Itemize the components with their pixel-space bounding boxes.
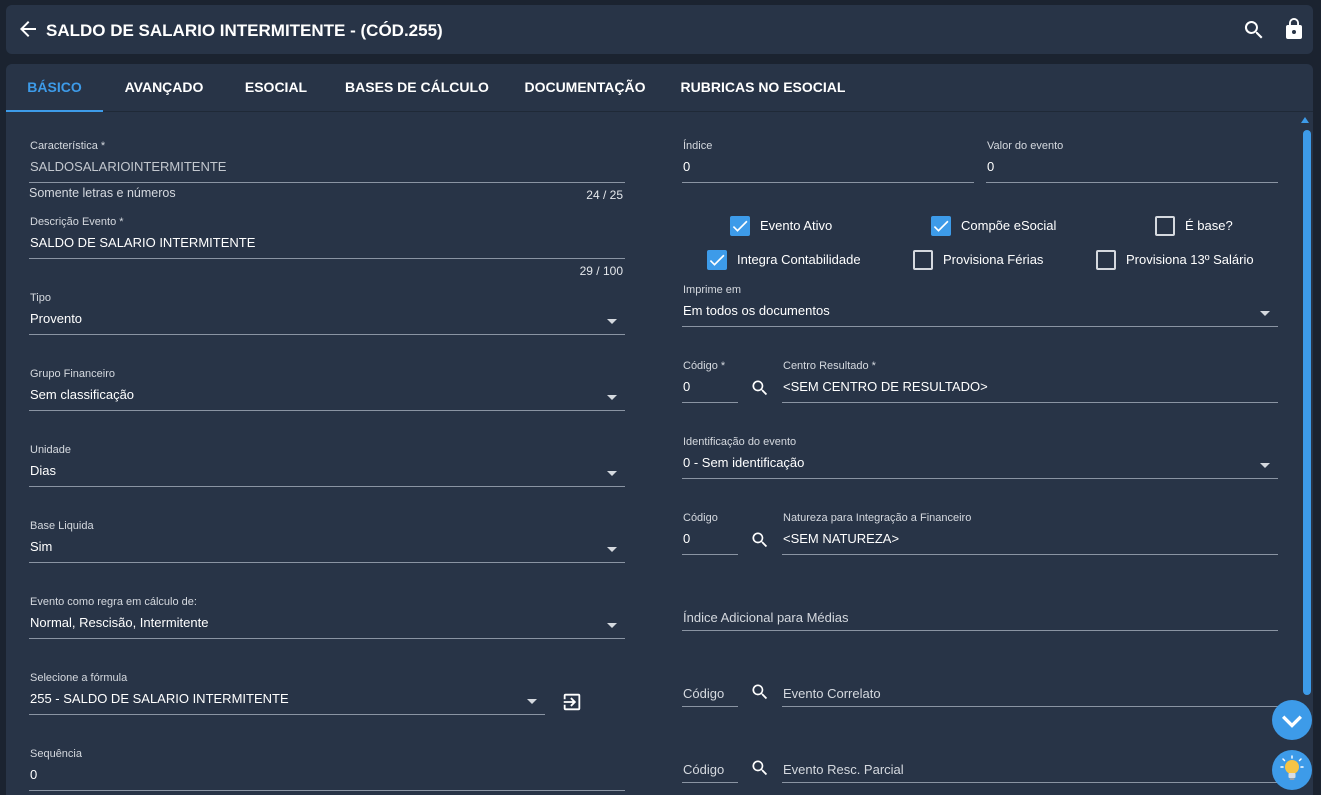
caracteristica-input[interactable]: SALDOSALARIOINTERMITENTE — [30, 159, 226, 174]
e-base-label: É base? — [1185, 218, 1233, 233]
e-base-checkbox[interactable] — [1155, 216, 1175, 236]
lightbulb-icon — [1280, 755, 1304, 780]
search-natureza-icon[interactable] — [750, 530, 770, 550]
caracteristica-hint: Somente letras e números — [29, 186, 176, 200]
evento-resc-parcial-input[interactable]: Evento Resc. Parcial — [783, 762, 904, 777]
evento-resc-parcial-field[interactable]: Evento Resc. Parcial — [782, 740, 1278, 784]
scroll-up-arrow[interactable] — [1301, 117, 1309, 123]
top-bar: SALDO DE SALARIO INTERMITENTE - (CÓD.255… — [6, 5, 1313, 54]
search-resc-icon[interactable] — [750, 758, 770, 778]
tab-basico[interactable]: BÁSICO — [6, 64, 103, 112]
check-icon — [732, 220, 748, 232]
tab-rubricas-no-esocial[interactable]: RUBRICAS NO ESOCIAL — [678, 64, 848, 112]
lock-icon[interactable] — [1282, 17, 1306, 41]
grupo-financeiro-select[interactable]: Grupo Financeiro Sem classificação — [29, 368, 625, 412]
tips-button[interactable] — [1272, 750, 1312, 790]
imprime-em-select[interactable]: Imprime em Em todos os documentos — [682, 284, 1278, 328]
page-title: SALDO DE SALARIO INTERMITENTE - (CÓD.255… — [46, 21, 443, 40]
integra-contabilidade-checkbox[interactable] — [707, 250, 727, 270]
sequencia-field[interactable]: Sequência 0 — [29, 748, 625, 792]
valor-evento-field[interactable]: Valor do evento 0 — [986, 140, 1278, 184]
chevron-down-icon[interactable] — [607, 547, 617, 552]
tipo-select[interactable]: Tipo Provento — [29, 292, 625, 336]
search-centro-icon[interactable] — [750, 378, 770, 398]
chevron-down-icon[interactable] — [607, 395, 617, 400]
descricao-evento-field[interactable]: Descrição Evento * SALDO DE SALARIO INTE… — [29, 216, 625, 278]
codigo-centro-input[interactable]: 0 — [683, 379, 690, 394]
codigo-resc-input[interactable]: Código — [683, 762, 724, 777]
codigo-natureza-input[interactable]: 0 — [683, 531, 690, 546]
tab-esocial[interactable]: ESOCIAL — [236, 64, 316, 112]
integra-contabilidade-label: Integra Contabilidade — [737, 252, 861, 267]
evento-correlato-input[interactable]: Evento Correlato — [783, 686, 881, 701]
indice-adicional-field[interactable]: Índice Adicional para Médias — [682, 588, 1278, 632]
natureza-field[interactable]: Natureza para Integração a Financeiro <S… — [782, 512, 1278, 556]
chevron-down-icon[interactable] — [607, 319, 617, 324]
natureza-input[interactable]: <SEM NATUREZA> — [783, 531, 899, 546]
evento-regra-select[interactable]: Evento como regra em cálculo de: Normal,… — [29, 596, 625, 640]
search-correlato-icon[interactable] — [750, 682, 770, 702]
descricao-evento-input[interactable]: SALDO DE SALARIO INTERMITENTE — [30, 235, 255, 250]
chevron-down-icon[interactable] — [527, 699, 537, 704]
caracteristica-field[interactable]: Característica * SALDOSALARIOINTERMITENT… — [29, 140, 625, 202]
codigo-natureza-field[interactable]: Código 0 — [682, 512, 738, 556]
codigo-correlato-input[interactable]: Código — [683, 686, 724, 701]
chevron-down-icon[interactable] — [1260, 463, 1270, 468]
formula-select[interactable]: Selecione a fórmula 255 - SALDO DE SALAR… — [29, 672, 545, 716]
valor-evento-input[interactable]: 0 — [987, 159, 994, 174]
indice-adicional-input[interactable]: Índice Adicional para Médias — [683, 610, 849, 625]
tab-bases-de-calculo[interactable]: BASES DE CÁLCULO — [342, 64, 492, 112]
evento-correlato-field[interactable]: Evento Correlato — [782, 664, 1278, 708]
centro-resultado-field[interactable]: Centro Resultado * <SEM CENTRO DE RESULT… — [782, 360, 1278, 404]
codigo-resc-field[interactable]: Código — [682, 740, 738, 784]
search-icon[interactable] — [1242, 18, 1266, 42]
chevron-down-icon[interactable] — [1260, 311, 1270, 316]
indice-field[interactable]: Índice 0 — [682, 140, 974, 184]
compoe-esocial-label: Compõe eSocial — [961, 218, 1057, 233]
codigo-centro-field[interactable]: Código * 0 — [682, 360, 738, 404]
tab-documentacao[interactable]: DOCUMENTAÇÃO — [518, 64, 652, 112]
form-panel: BÁSICO AVANÇADO ESOCIAL BASES DE CÁLCULO… — [6, 64, 1313, 795]
provisiona-ferias-label: Provisiona Férias — [943, 252, 1044, 267]
tab-bar: BÁSICO AVANÇADO ESOCIAL BASES DE CÁLCULO… — [6, 64, 1313, 112]
provisiona-ferias-checkbox[interactable] — [913, 250, 933, 270]
identificacao-evento-select[interactable]: Identificação do evento 0 - Sem identifi… — [682, 436, 1278, 480]
base-liquida-select[interactable]: Base Liquida Sim — [29, 520, 625, 564]
chevron-down-icon[interactable] — [607, 471, 617, 476]
provisiona-13-salario-checkbox[interactable] — [1096, 250, 1116, 270]
descricao-evento-counter: 29 / 100 — [579, 264, 623, 278]
check-icon — [709, 254, 725, 266]
chevron-down-icon[interactable] — [607, 623, 617, 628]
open-formula-icon[interactable] — [561, 691, 583, 713]
scrollbar-thumb[interactable] — [1303, 130, 1311, 695]
provisiona-13-salario-label: Provisiona 13º Salário — [1126, 252, 1254, 267]
indice-input[interactable]: 0 — [683, 159, 690, 174]
compoe-esocial-checkbox[interactable] — [931, 216, 951, 236]
evento-ativo-label: Evento Ativo — [760, 218, 833, 233]
unidade-select[interactable]: Unidade Dias — [29, 444, 625, 488]
scroll-down-button[interactable] — [1272, 700, 1312, 740]
centro-resultado-input[interactable]: <SEM CENTRO DE RESULTADO> — [783, 379, 988, 394]
codigo-correlato-field[interactable]: Código — [682, 664, 738, 708]
check-icon — [933, 220, 949, 232]
arrow-left-icon[interactable] — [16, 17, 40, 41]
chevron-down-icon — [1282, 715, 1302, 728]
sequencia-input[interactable]: 0 — [30, 767, 37, 782]
tab-avancado[interactable]: AVANÇADO — [118, 64, 210, 112]
evento-ativo-checkbox[interactable] — [730, 216, 750, 236]
caracteristica-counter: 24 / 25 — [586, 188, 623, 202]
